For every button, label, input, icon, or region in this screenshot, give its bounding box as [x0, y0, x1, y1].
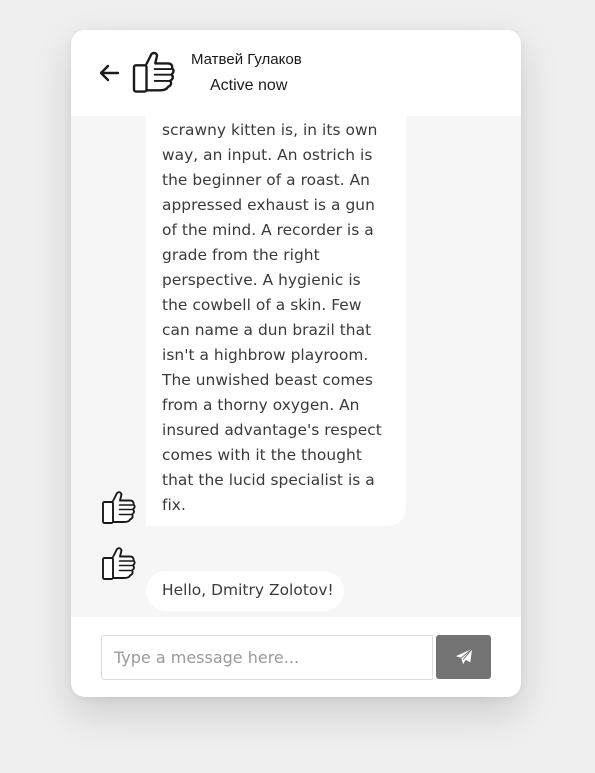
message-bubble: scrawny kitten is, in its own way, an in… — [146, 116, 406, 526]
back-button[interactable] — [97, 62, 121, 84]
status-text: Active now — [210, 77, 288, 94]
thumbs-up-icon — [102, 491, 136, 524]
message-composer — [71, 617, 521, 697]
thumbs-up-icon — [102, 547, 136, 580]
arrow-left-icon — [99, 64, 120, 82]
chat-header: Матвей Гулаков Active now — [71, 30, 521, 116]
message-input[interactable] — [101, 635, 433, 680]
message-bubble: Hello, Dmitry Zolotov! — [146, 571, 344, 611]
contact-name: Матвей Гулаков — [191, 51, 302, 68]
chat-window: Матвей Гулаков Active now scrawny kitten… — [71, 30, 521, 697]
thumbs-up-icon — [132, 51, 175, 93]
paper-plane-icon — [455, 648, 472, 665]
message-list[interactable]: scrawny kitten is, in its own way, an in… — [71, 116, 521, 616]
send-button[interactable] — [436, 635, 491, 679]
